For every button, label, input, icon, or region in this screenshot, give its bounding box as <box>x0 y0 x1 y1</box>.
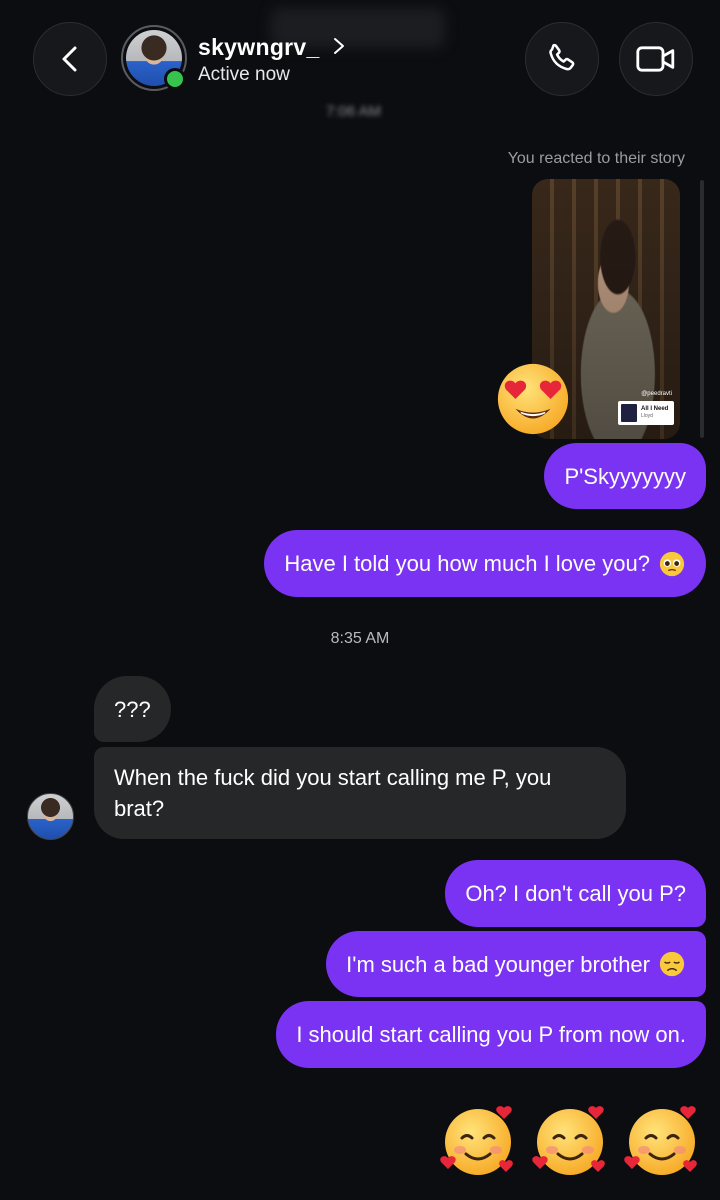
audio-call-button[interactable] <box>525 22 599 96</box>
video-call-button[interactable] <box>619 22 693 96</box>
music-sticker: All I Need Lloyd <box>618 401 674 425</box>
music-title: All I Need <box>641 406 669 412</box>
timestamp: 8:35 AM <box>330 630 390 647</box>
heart-eyes-emoji-icon <box>497 363 569 435</box>
message-text: I'm such a bad younger brother <box>346 951 650 977</box>
active-status-text: Active now <box>198 64 290 85</box>
pleading-face-emoji-icon <box>659 551 685 576</box>
outgoing-message[interactable]: I should start calling you P from now on… <box>276 1001 706 1068</box>
story-reaction-label: You reacted to their story <box>507 150 685 167</box>
outgoing-message[interactable]: I'm such a bad younger brother <box>326 931 706 997</box>
incoming-message[interactable]: When the fuck did you start calling me P… <box>94 747 626 839</box>
message-text: Have I told you how much I love you? <box>284 551 650 576</box>
story-handle-text: @peedravti <box>641 391 672 397</box>
music-artist: Lloyd <box>641 413 653 419</box>
chevron-right-icon[interactable] <box>332 36 346 56</box>
online-status-dot <box>164 68 186 90</box>
contact-username[interactable]: skywngrv_ <box>198 34 320 61</box>
smiling-face-with-hearts-icon <box>440 1106 513 1175</box>
smiling-face-with-hearts-icon <box>624 1106 697 1175</box>
chat-header: skywngrv_ Active now <box>0 0 720 100</box>
outgoing-message[interactable]: Have I told you how much I love you? <box>264 530 706 597</box>
outgoing-message[interactable]: P'Skyyyyyyy <box>544 443 706 509</box>
emoji-message[interactable] <box>438 1100 702 1180</box>
outgoing-message[interactable]: Oh? I don't call you P? <box>445 860 706 927</box>
sender-avatar[interactable] <box>27 793 74 840</box>
chevron-left-icon <box>62 46 77 72</box>
disappointed-face-emoji-icon <box>659 951 685 977</box>
scrollbar[interactable] <box>700 180 704 438</box>
smiling-face-with-hearts-icon <box>532 1106 605 1175</box>
blurred-timestamp: 7:06 AM <box>326 103 382 120</box>
video-camera-icon <box>636 46 675 72</box>
incoming-message[interactable]: ??? <box>94 676 171 742</box>
back-button[interactable] <box>33 22 107 96</box>
album-art <box>621 404 637 422</box>
phone-icon <box>549 43 575 71</box>
